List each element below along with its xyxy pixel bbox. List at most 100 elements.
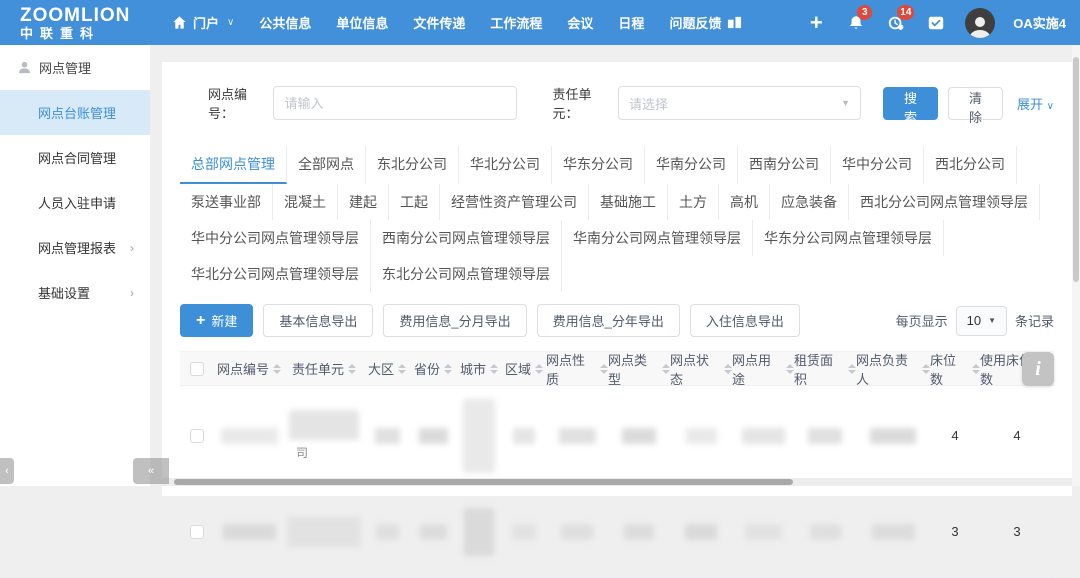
outlet-number-input[interactable] — [273, 86, 516, 120]
column-header-1[interactable]: 网点编号 — [214, 359, 284, 378]
sort-icon[interactable] — [600, 364, 608, 374]
tab-19[interactable]: 西北分公司网点管理领导层 — [849, 184, 1040, 220]
sort-icon[interactable] — [490, 364, 498, 374]
nav-item-8[interactable]: 问题反馈 — [669, 13, 742, 32]
page-size-select[interactable]: 10 ▼ — [956, 306, 1007, 336]
search-button[interactable]: 搜索 — [883, 87, 938, 120]
sort-icon[interactable] — [348, 364, 356, 374]
nav-item-5[interactable]: 工作流程 — [490, 13, 542, 32]
tab-13[interactable]: 工起 — [389, 184, 440, 220]
table-row[interactable]: 司44 — [180, 386, 1054, 486]
tab-6[interactable]: 华南分公司 — [645, 146, 738, 184]
collapse-panel-button[interactable]: ‹ — [0, 458, 14, 484]
row-checkbox[interactable] — [190, 525, 204, 539]
clear-button[interactable]: 清除 — [948, 87, 1003, 120]
tab-5[interactable]: 华东分公司 — [552, 146, 645, 184]
tab-3[interactable]: 东北分公司 — [366, 146, 459, 184]
sidebar-item-label: 网点管理 — [39, 58, 91, 77]
sort-icon[interactable] — [972, 364, 980, 374]
tab-23[interactable]: 华东分公司网点管理领导层 — [753, 220, 944, 256]
tab-18[interactable]: 应急装备 — [770, 184, 849, 220]
select-all-checkbox[interactable] — [190, 362, 204, 376]
horizontal-scrollbar-thumb[interactable] — [174, 479, 793, 485]
tab-20[interactable]: 华中分公司网点管理领导层 — [180, 220, 371, 256]
tab-16[interactable]: 土方 — [668, 184, 719, 220]
vertical-scrollbar-thumb[interactable] — [1073, 57, 1079, 282]
new-button[interactable]: + 新建 — [180, 304, 253, 337]
table-row[interactable]: 33 — [180, 486, 1054, 578]
tab-22[interactable]: 华南分公司网点管理领导层 — [562, 220, 753, 256]
tab-7[interactable]: 西南分公司 — [738, 146, 831, 184]
tab-14[interactable]: 经营性资产管理公司 — [440, 184, 589, 220]
sidebar-item-3[interactable]: 网点合同管理 — [0, 135, 150, 180]
sort-icon[interactable] — [922, 364, 930, 374]
sidebar-item-1[interactable]: 网点管理 — [0, 45, 150, 90]
cell-租赁面积 — [794, 428, 856, 444]
tab-17[interactable]: 高机 — [719, 184, 770, 220]
sidebar-item-4[interactable]: 人员入驻申请 — [0, 180, 150, 225]
brand-logo: ZOOMLION 中联重科 — [20, 6, 150, 40]
sort-icon[interactable] — [786, 364, 794, 374]
sort-icon[interactable] — [398, 364, 406, 374]
sort-icon[interactable] — [662, 364, 670, 374]
column-header-9[interactable]: 网点状态 — [670, 350, 732, 388]
nav-item-4[interactable]: 文件传递 — [413, 13, 465, 32]
column-header-5[interactable]: 城市 — [456, 359, 502, 378]
info-button[interactable]: i — [1022, 352, 1054, 386]
vertical-scrollbar[interactable] — [1072, 45, 1080, 486]
column-header-7[interactable]: 网点性质 — [546, 350, 608, 388]
tab-4[interactable]: 华北分公司 — [459, 146, 552, 184]
tab-9[interactable]: 西北分公司 — [924, 146, 1017, 184]
column-header-11[interactable]: 租赁面积 — [794, 350, 856, 388]
column-header-2[interactable]: 责任单元 — [284, 359, 364, 378]
column-header-8[interactable]: 网点类型 — [608, 350, 670, 388]
column-header-13[interactable]: 床位数 — [930, 350, 980, 388]
export-button-1[interactable]: 基本信息导出 — [263, 304, 373, 337]
tab-8[interactable]: 华中分公司 — [831, 146, 924, 184]
tab-2[interactable]: 全部网点 — [287, 146, 366, 184]
column-header-6[interactable]: 区域 — [502, 359, 546, 378]
tab-11[interactable]: 混凝土 — [273, 184, 338, 220]
sidebar-item-5[interactable]: 网点管理报表› — [0, 225, 150, 270]
visible-text-fragment: 司 — [296, 444, 308, 461]
sidebar-item-2[interactable]: 网点台账管理 — [0, 90, 150, 135]
pending-tasks-icon[interactable]: 14 — [885, 12, 907, 34]
nav-item-3[interactable]: 单位信息 — [336, 13, 388, 32]
sort-icon[interactable] — [724, 364, 732, 374]
tab-10[interactable]: 泵送事业部 — [180, 184, 273, 220]
horizontal-scrollbar[interactable] — [162, 478, 1072, 486]
export-button-2[interactable]: 费用信息_分月导出 — [383, 304, 526, 337]
tab-1[interactable]: 总部网点管理 — [180, 146, 287, 184]
sidebar-item-6[interactable]: 基础设置› — [0, 270, 150, 315]
tab-15[interactable]: 基础施工 — [589, 184, 668, 220]
nav-item-7[interactable]: 日程 — [618, 13, 644, 32]
nav-item-6[interactable]: 会议 — [567, 13, 593, 32]
approvals-check-icon[interactable] — [925, 12, 947, 34]
column-header-12[interactable]: 网点负责人 — [856, 350, 930, 388]
tab-21[interactable]: 西南分公司网点管理领导层 — [371, 220, 562, 256]
sort-icon[interactable] — [444, 364, 452, 374]
responsible-unit-select[interactable]: 请选择 ▼ — [618, 86, 861, 120]
notifications-bell-icon[interactable]: 3 — [845, 12, 867, 34]
column-header-label: 城市 — [460, 359, 486, 378]
tab-25[interactable]: 东北分公司网点管理领导层 — [371, 256, 562, 292]
cell-省份 — [410, 428, 456, 444]
sort-icon[interactable] — [535, 364, 543, 374]
redacted-block — [561, 524, 593, 540]
expand-link[interactable]: 展开 ∨ — [1017, 94, 1054, 113]
row-checkbox[interactable] — [190, 429, 204, 443]
avatar[interactable] — [965, 8, 995, 38]
column-header-4[interactable]: 省份 — [410, 359, 456, 378]
nav-item-1[interactable]: 门户∨ — [172, 13, 234, 32]
sort-icon[interactable] — [273, 364, 281, 374]
sort-icon[interactable] — [848, 364, 856, 374]
column-header-10[interactable]: 网点用途 — [732, 350, 794, 388]
add-icon[interactable]: + — [805, 12, 827, 34]
nav-item-2[interactable]: 公共信息 — [259, 13, 311, 32]
export-button-3[interactable]: 费用信息_分年导出 — [537, 304, 680, 337]
tab-12[interactable]: 建起 — [338, 184, 389, 220]
tab-24[interactable]: 华北分公司网点管理领导层 — [180, 256, 371, 292]
collapse-sidebar-button[interactable]: « — [133, 458, 169, 484]
export-button-4[interactable]: 入住信息导出 — [690, 304, 800, 337]
column-header-3[interactable]: 大区 — [364, 359, 410, 378]
